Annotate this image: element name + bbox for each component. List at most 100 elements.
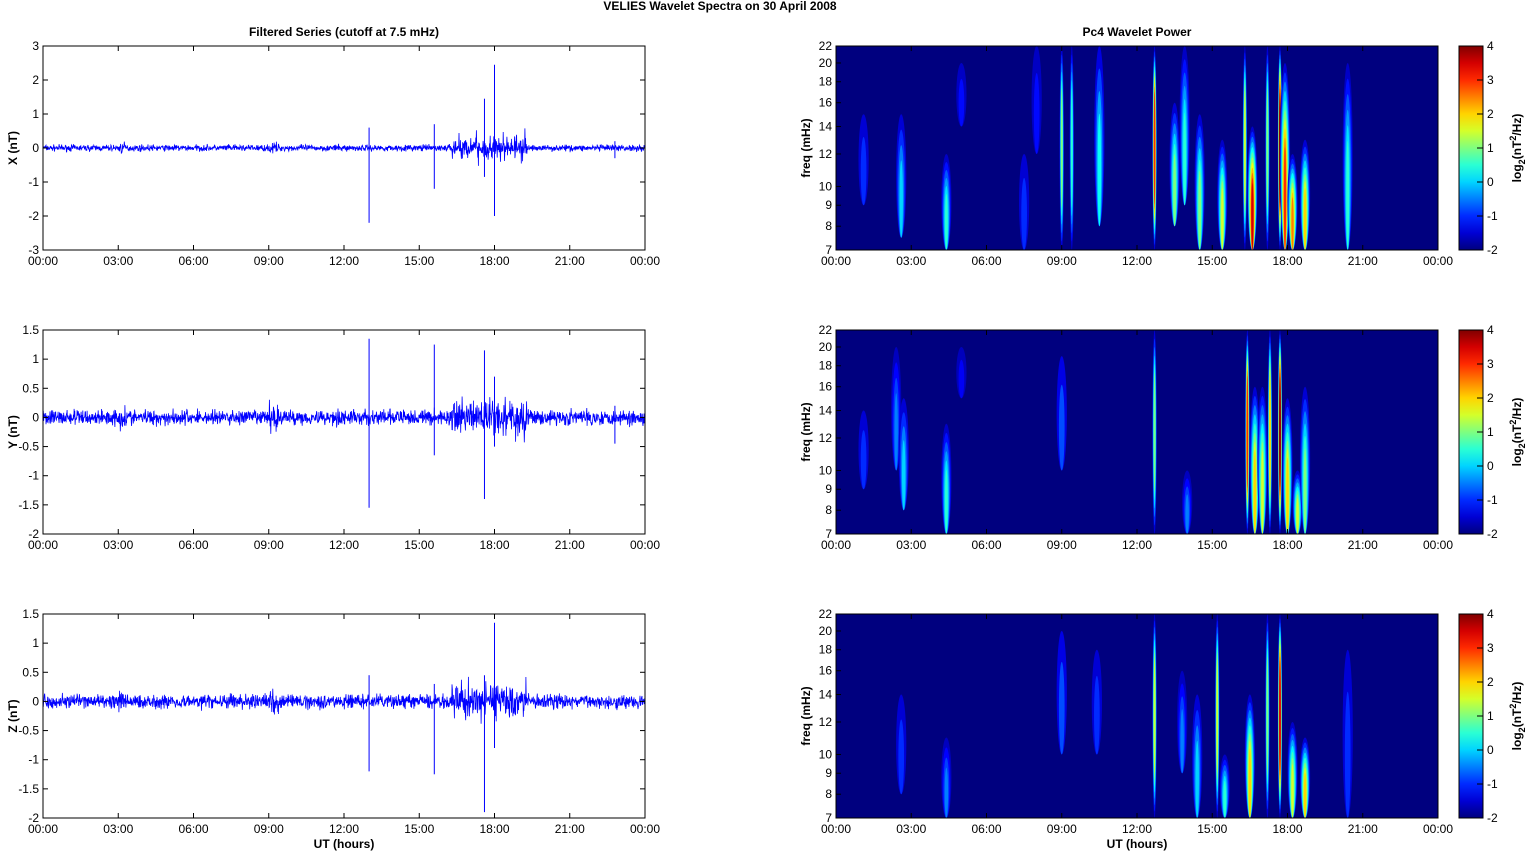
y-axis-label: X (nT): [6, 131, 20, 165]
y-tick-label: -0.5: [18, 440, 39, 454]
power-burst: [1185, 494, 1189, 534]
y-tick-label: 12: [819, 715, 833, 729]
y-tick-label: 10: [819, 463, 833, 477]
x-tick-label: 00:00: [630, 254, 660, 268]
power-burst: [1344, 691, 1351, 818]
y-tick-label: 14: [819, 120, 833, 134]
colorbar-tick-label: 2: [1487, 675, 1494, 689]
colorbar-tick-label: 1: [1487, 709, 1494, 723]
x-tick-label: 09:00: [254, 538, 284, 552]
x-tick-label: 09:00: [1047, 254, 1077, 268]
y-tick-label: 0: [32, 410, 39, 424]
colorbar-tick-label: 1: [1487, 141, 1494, 155]
x-tick-label: 15:00: [1197, 254, 1227, 268]
y-tick-label: 10: [819, 179, 833, 193]
x-tick-label: 09:00: [1047, 538, 1077, 552]
y-axis-label: Y (nT): [6, 415, 20, 449]
power-burst: [945, 193, 948, 250]
colorbar-tick-label: 0: [1487, 743, 1494, 757]
power-burst: [1291, 763, 1294, 818]
power-burst: [1021, 177, 1027, 250]
y-tick-label: 8: [825, 503, 832, 517]
x-tick-label: 00:00: [630, 538, 660, 552]
colorbar-tick-label: -2: [1487, 243, 1498, 257]
power-burst: [1266, 656, 1269, 776]
x-tick-label: 06:00: [971, 254, 1001, 268]
colorbar-tick-label: -2: [1487, 811, 1498, 825]
power-burst: [1180, 709, 1184, 774]
label-part: /Hz): [1510, 114, 1524, 136]
label-part: /Hz): [1510, 398, 1524, 420]
y-tick-label: 9: [825, 766, 832, 780]
power-burst: [1198, 170, 1202, 250]
x-tick-label: 21:00: [555, 822, 585, 836]
y-tick-label: 14: [819, 688, 833, 702]
figure-title: VELIES Wavelet Spectra on 30 April 2008: [603, 0, 837, 13]
power-burst: [945, 469, 948, 534]
x-tick-label: 03:00: [103, 254, 133, 268]
power-burst: [1253, 451, 1257, 534]
y-tick-label: 16: [819, 96, 833, 110]
y-tick-label: 0.5: [22, 381, 39, 395]
y-axis-label: freq (mHz): [799, 686, 813, 745]
panel-title: Pc4 Wavelet Power: [1083, 25, 1192, 39]
x-tick-label: 18:00: [479, 538, 509, 552]
power-burst: [1058, 661, 1065, 755]
y-tick-label: 14: [819, 404, 833, 418]
power-burst: [1244, 90, 1246, 206]
x-tick-label: 00:00: [28, 538, 58, 552]
x-tick-label: 18:00: [1272, 822, 1302, 836]
y-tick-label: 1.5: [22, 323, 39, 337]
power-burst: [1269, 374, 1271, 490]
x-tick-label: 21:00: [555, 254, 585, 268]
colorbar-tick-label: 0: [1487, 459, 1494, 473]
x-tick-label: 09:00: [1047, 822, 1077, 836]
label-part: (nT: [1510, 424, 1524, 443]
power-burst: [1283, 147, 1287, 250]
colorbar-tick-label: -2: [1487, 527, 1498, 541]
y-tick-label: -1: [28, 753, 39, 767]
y-axis-label: freq (mHz): [799, 118, 813, 177]
colorbar-tick-label: 1: [1487, 425, 1494, 439]
colorbar-tick-label: 3: [1487, 73, 1494, 87]
x-tick-label: 21:00: [1348, 538, 1378, 552]
colorbar-label: log2(nT2/Hz): [1508, 114, 1526, 183]
y-tick-label: 8: [825, 219, 832, 233]
x-tick-label: 06:00: [178, 538, 208, 552]
wavelet-panel: 78910121416182022-2-101234log2(nT2/Hz)00…: [799, 607, 1526, 851]
y-tick-label: 20: [819, 340, 833, 354]
power-burst: [1173, 154, 1176, 227]
y-tick-label: 18: [819, 75, 833, 89]
colorbar-tick-label: -1: [1487, 777, 1498, 791]
x-tick-label: 03:00: [896, 538, 926, 552]
time-series-panel: -2-1.5-1-0.500.511.500:00 03:00 06:00 09:00…: [6, 323, 660, 552]
power-burst: [1033, 72, 1040, 154]
power-burst: [944, 767, 949, 818]
power-burst: [1221, 187, 1224, 250]
power-burst: [1153, 372, 1156, 492]
x-tick-label: 09:00: [254, 254, 284, 268]
power-burst: [894, 393, 898, 471]
y-tick-label: 20: [819, 624, 833, 638]
plot-area: [43, 330, 645, 534]
x-tick-label: 00:00: [821, 822, 851, 836]
y-tick-label: 10: [819, 747, 833, 761]
x-tick-label: 12:00: [1122, 822, 1152, 836]
colorbar-tick-label: 4: [1487, 607, 1494, 621]
x-tick-label: 15:00: [404, 254, 434, 268]
y-tick-label: 0.5: [22, 665, 39, 679]
power-burst: [958, 359, 965, 399]
x-tick-label: 12:00: [329, 822, 359, 836]
y-tick-label: 1.5: [22, 607, 39, 621]
x-tick-label: 18:00: [1272, 254, 1302, 268]
power-burst: [1279, 376, 1281, 488]
power-burst: [1094, 675, 1100, 755]
power-burst: [899, 160, 903, 238]
label-part: /Hz): [1510, 682, 1524, 704]
y-tick-label: -0.5: [18, 724, 39, 738]
y-tick-label: -1.5: [18, 498, 39, 512]
colorbar-tick-label: -1: [1487, 209, 1498, 223]
power-burst: [860, 136, 867, 206]
colorbar-tick-label: 3: [1487, 641, 1494, 655]
colorbar-tick-label: 2: [1487, 107, 1494, 121]
